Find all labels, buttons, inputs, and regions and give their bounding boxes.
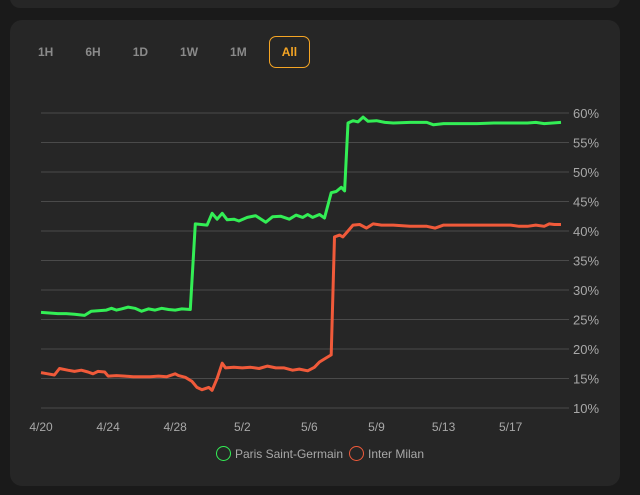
y-tick-label: 10% (573, 401, 599, 416)
x-tick-label: 4/24 (96, 420, 120, 434)
y-tick-label: 30% (573, 283, 599, 298)
y-tick-label: 15% (573, 372, 599, 387)
legend-item-inter[interactable]: Inter Milan (349, 446, 424, 461)
x-tick-label: 4/20 (29, 420, 53, 434)
x-tick-label: 4/28 (164, 420, 188, 434)
x-tick-label: 5/17 (499, 420, 523, 434)
legend-label-inter: Inter Milan (368, 446, 425, 461)
grid-lines (41, 112, 569, 409)
x-tick-label: 5/2 (234, 420, 251, 434)
legend-swatch-psg (215, 446, 231, 461)
legend-item-psg[interactable]: Paris Saint-Germain (215, 446, 343, 461)
price-chart: 10%15%20%25%30%35%40%45%50%55%60% 4/20 4/… (29, 106, 599, 434)
y-tick-label: 40% (573, 224, 599, 239)
y-tick-label: 60% (573, 106, 599, 121)
y-axis-labels: 10% 15% 20% 25% 30% 35% 40% 45% 50% 55% 60% (573, 106, 599, 416)
chart-legend: Paris Saint-Germain Inter Milan (0, 446, 640, 461)
x-tick-label: 5/13 (432, 420, 456, 434)
legend-label-psg: Paris Saint-Germain (234, 446, 343, 461)
y-tick-label: 25% (573, 313, 599, 328)
x-axis-labels: 4/20 4/24 4/28 5/2 5/6 5/9 5/13 5/17 (29, 420, 522, 434)
x-tick-label: 5/6 (301, 420, 318, 434)
y-tick-label: 35% (573, 254, 599, 269)
y-tick-label: 20% (573, 342, 599, 357)
inter-series-line (40, 222, 561, 392)
x-tick-label: 5/9 (368, 420, 385, 434)
y-tick-label: 50% (573, 165, 599, 180)
legend-swatch-inter (349, 446, 364, 461)
psg-series-line (40, 115, 562, 317)
y-tick-label: 55% (573, 136, 599, 151)
y-tick-label: 45% (573, 195, 599, 210)
